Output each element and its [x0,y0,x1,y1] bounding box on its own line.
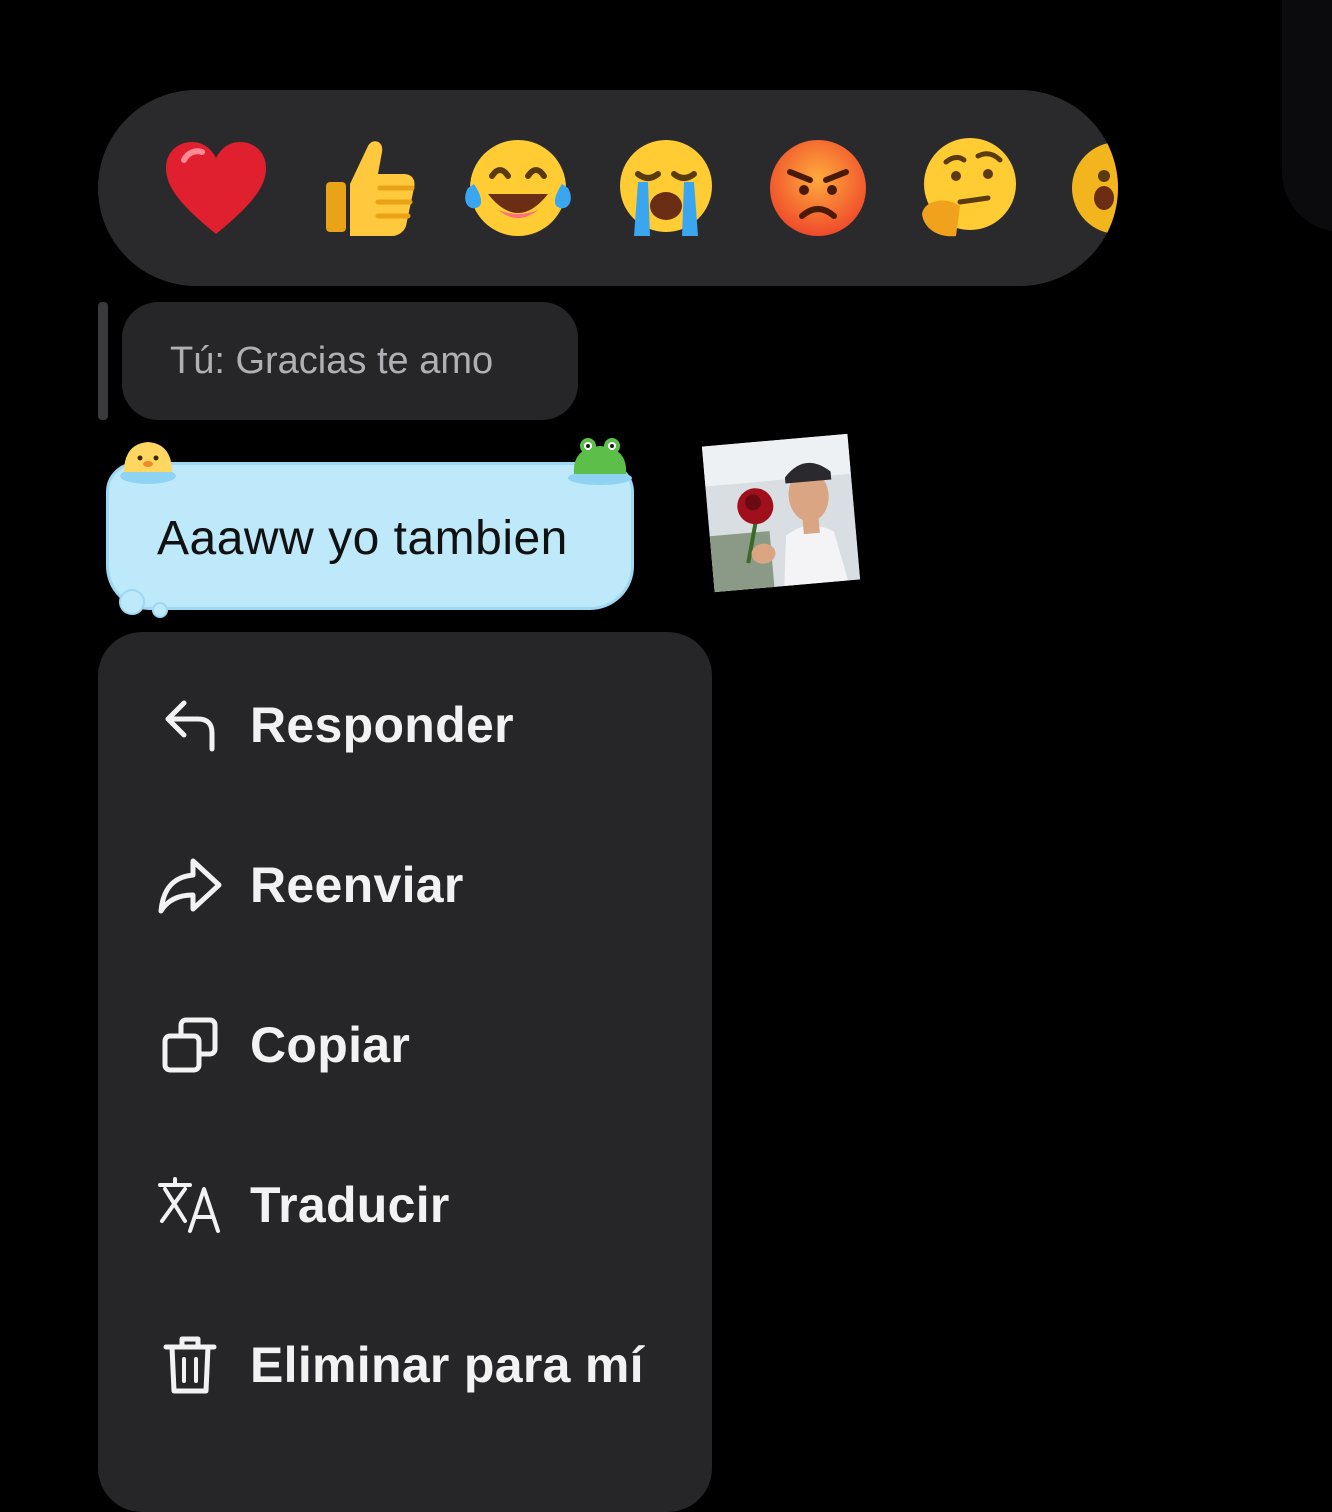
red-heart-emoji[interactable] [156,128,276,248]
translate-icon [154,1169,226,1241]
message-bubble[interactable]: Aaaww yo tambien [106,462,634,610]
menu-item-label: Copiar [250,1017,411,1073]
loudly-crying-emoji[interactable] [606,128,726,248]
menu-item-copy[interactable]: Copiar [98,980,712,1110]
menu-item-forward[interactable]: Reenviar [98,820,712,950]
angry-face-emoji[interactable] [758,128,878,248]
partial-panel-edge [1282,0,1332,232]
forward-arrow-icon [154,849,226,921]
menu-item-label: Reenviar [250,857,464,913]
menu-item-label: Traducir [250,1177,450,1233]
context-menu: Responder Reenviar Copiar Traducir Elimi… [98,632,712,1512]
menu-item-translate[interactable]: Traducir [98,1140,712,1270]
surprised-face-emoji[interactable] [1058,128,1118,248]
reply-arrow-icon [154,689,226,761]
sender-avatar[interactable] [701,433,861,593]
menu-item-label: Responder [250,697,514,753]
reply-quote-indicator [98,302,108,420]
tears-of-joy-emoji[interactable] [458,128,578,248]
menu-item-delete-for-me[interactable]: Eliminar para mí [98,1300,712,1430]
menu-item-label: Eliminar para mí [250,1337,644,1393]
trash-icon [154,1329,226,1401]
bubbles-decoration-icon [119,589,168,618]
reply-quote[interactable]: Tú: Gracias te amo [122,302,578,420]
reaction-bar [98,90,1118,286]
thumbs-up-emoji[interactable] [308,128,428,248]
reply-quote-text: Tú: Gracias te amo [170,339,494,382]
thinking-face-emoji[interactable] [908,128,1028,248]
chick-sticker-icon [120,442,176,484]
frog-sticker-icon [568,438,632,485]
menu-item-reply[interactable]: Responder [98,660,712,790]
message-text: Aaaww yo tambien [157,512,568,565]
copy-icon [154,1009,226,1081]
